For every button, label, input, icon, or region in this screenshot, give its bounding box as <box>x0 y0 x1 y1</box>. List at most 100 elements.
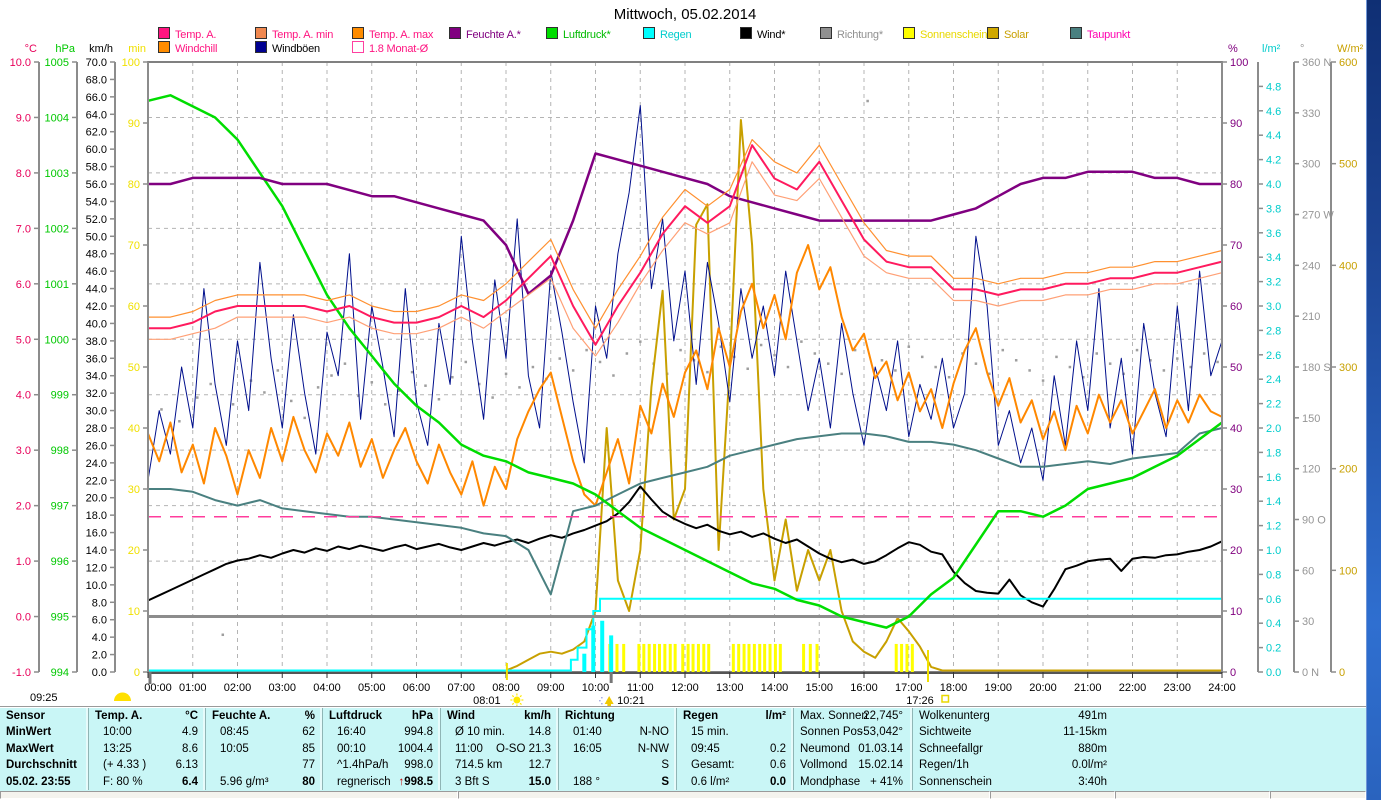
svg-text:10:00: 10:00 <box>582 682 610 694</box>
svg-text:15:00: 15:00 <box>805 682 833 694</box>
wind-direction-dot <box>934 365 937 369</box>
svg-text:14:00: 14:00 <box>761 682 789 694</box>
svg-text:24.0: 24.0 <box>86 458 107 470</box>
svg-text:1.0: 1.0 <box>16 556 31 568</box>
table-column-sensor: Sensor MinWert MaxWert Durchschnitt 05.02. 2… <box>0 708 88 790</box>
legend-item-temp-a[interactable]: Temp. A. <box>158 27 217 41</box>
table-cell: S <box>661 775 669 788</box>
svg-text:80: 80 <box>1230 179 1242 191</box>
svg-text:66.0: 66.0 <box>86 92 107 104</box>
table-row: Schneefallgr 880m <box>913 741 1367 757</box>
svg-text:4.4: 4.4 <box>1266 130 1281 142</box>
svg-text:100: 100 <box>1339 565 1357 577</box>
svg-text:2.0: 2.0 <box>1266 423 1281 435</box>
svg-text:12.0: 12.0 <box>86 562 107 574</box>
table-cell: 85 <box>302 742 315 755</box>
wind-direction-dot <box>840 372 843 376</box>
svg-text:30: 30 <box>1230 484 1242 496</box>
table-cell: 10:05 <box>220 742 249 755</box>
table-cell: 16:05 <box>573 742 602 755</box>
legend-item-windboeen[interactable]: Windböen <box>255 41 320 55</box>
table-cell: 6.13 <box>175 759 198 772</box>
legend-item-sonnenschein[interactable]: Sonnenschein <box>903 27 988 41</box>
svg-text:°: ° <box>1300 43 1304 55</box>
legend-item-feuchte-a[interactable]: Feuchte A.* <box>449 27 521 41</box>
svg-text:60: 60 <box>1230 301 1242 313</box>
sunshine-bar <box>707 643 711 672</box>
svg-text:330: 330 <box>1302 108 1320 120</box>
table-cell: Durchschnitt <box>6 759 77 772</box>
table-cell: 6.4 <box>182 775 198 788</box>
svg-text:50: 50 <box>1230 362 1242 374</box>
sunshine-bar <box>763 643 767 672</box>
wind-direction-dot <box>1028 369 1031 372</box>
svg-text:40: 40 <box>1230 423 1242 435</box>
wind-direction-dot <box>1202 352 1206 355</box>
legend-item-label: Temp. A. <box>175 29 217 41</box>
legend-item-temp-a-max[interactable]: Temp. A. max <box>352 27 433 41</box>
svg-text:0: 0 <box>1230 667 1236 679</box>
feuchte-a-swatch <box>449 27 461 39</box>
legend-item-temp-a-min[interactable]: Temp. A. min <box>255 27 333 41</box>
table-row: 00:10 1004.4 <box>323 741 441 757</box>
table-cell: Luftdruck <box>329 710 383 722</box>
sunshine-bar <box>894 643 898 672</box>
table-row: 13:25 8.6 <box>89 741 206 757</box>
table-cell: 1004.4 <box>397 742 433 755</box>
svg-text:994: 994 <box>51 667 69 679</box>
table-row: Mondphase + 41% <box>794 774 913 790</box>
legend-item-solar[interactable]: Solar <box>987 27 1029 41</box>
temp-a-min-swatch <box>255 27 267 39</box>
sunshine-bar <box>910 643 914 672</box>
legend-item-label: Wind* <box>757 29 786 41</box>
legend-item-monat-avg[interactable]: 1.8 Monat-Ø <box>352 41 428 55</box>
table-cell: 880m <box>1078 742 1107 755</box>
wind-direction-dot <box>518 386 521 389</box>
legend-item-richtung[interactable]: Richtung* <box>820 27 883 41</box>
svg-text:200: 200 <box>1339 464 1357 476</box>
sunshine-bar <box>773 643 777 672</box>
svg-text:100: 100 <box>122 57 140 69</box>
table-cell: 188 ° <box>573 775 600 788</box>
svg-text:23:00: 23:00 <box>1163 682 1191 694</box>
rain-bar <box>600 620 605 672</box>
legend-item-windchill[interactable]: Windchill <box>158 41 217 55</box>
table-cell: 0.0l/m² <box>1071 759 1107 772</box>
richtung-swatch <box>820 27 832 39</box>
legend-item-regen[interactable]: Regen <box>643 27 692 41</box>
table-row: Ø 10 min. 14.8 <box>441 724 559 740</box>
table-cell: N-NO <box>639 726 669 739</box>
sunshine-bar <box>637 643 641 672</box>
table-cell: l/m² <box>765 710 786 722</box>
table-column-luftdruck: Luftdruck hPa 16:40 994.8 00:10 1004.4 ^1.4hPa… <box>322 708 441 790</box>
legend-item-luftdruck[interactable]: Luftdruck* <box>546 27 611 41</box>
table-cell: 05.02. 23:55 <box>6 775 71 788</box>
table-row: ^1.4hPa/h 998.0 <box>323 757 441 773</box>
table-column-info: Wolkenunterg 491m Sichtweite 11-15km Schneef… <box>912 708 1367 790</box>
table-row: Richtung <box>559 708 677 724</box>
table-cell: km/h <box>524 710 551 722</box>
legend-item-label: Solar <box>1004 29 1029 41</box>
svg-text:01:00: 01:00 <box>179 682 207 694</box>
legend-item-taupunkt[interactable]: Taupunkt <box>1070 27 1130 41</box>
svg-text:46.0: 46.0 <box>86 266 107 278</box>
legend-item-label: Richtung* <box>837 29 883 41</box>
svg-text:1000: 1000 <box>45 334 69 346</box>
svg-text:0: 0 <box>134 667 140 679</box>
table-row: 77 <box>206 757 323 773</box>
svg-text:3.2: 3.2 <box>1266 277 1281 289</box>
table-row: Wolkenunterg 491m <box>913 708 1367 724</box>
svg-text:10.0: 10.0 <box>10 57 31 69</box>
sunshine-bar <box>663 643 667 672</box>
svg-text:3.0: 3.0 <box>1266 301 1281 313</box>
wind-direction-dot <box>451 375 454 379</box>
svg-text:22.0: 22.0 <box>86 475 107 487</box>
table-cell: 13:25 <box>103 742 132 755</box>
legend-item-wind[interactable]: Wind* <box>740 27 786 41</box>
wind-direction-dot <box>276 369 280 372</box>
table-cell: 80 <box>302 775 315 788</box>
svg-text:68.0: 68.0 <box>86 74 107 86</box>
svg-text:09:00: 09:00 <box>537 682 565 694</box>
wind-direction-dot <box>263 391 266 394</box>
table-cell: 15.02.14 <box>858 759 903 772</box>
